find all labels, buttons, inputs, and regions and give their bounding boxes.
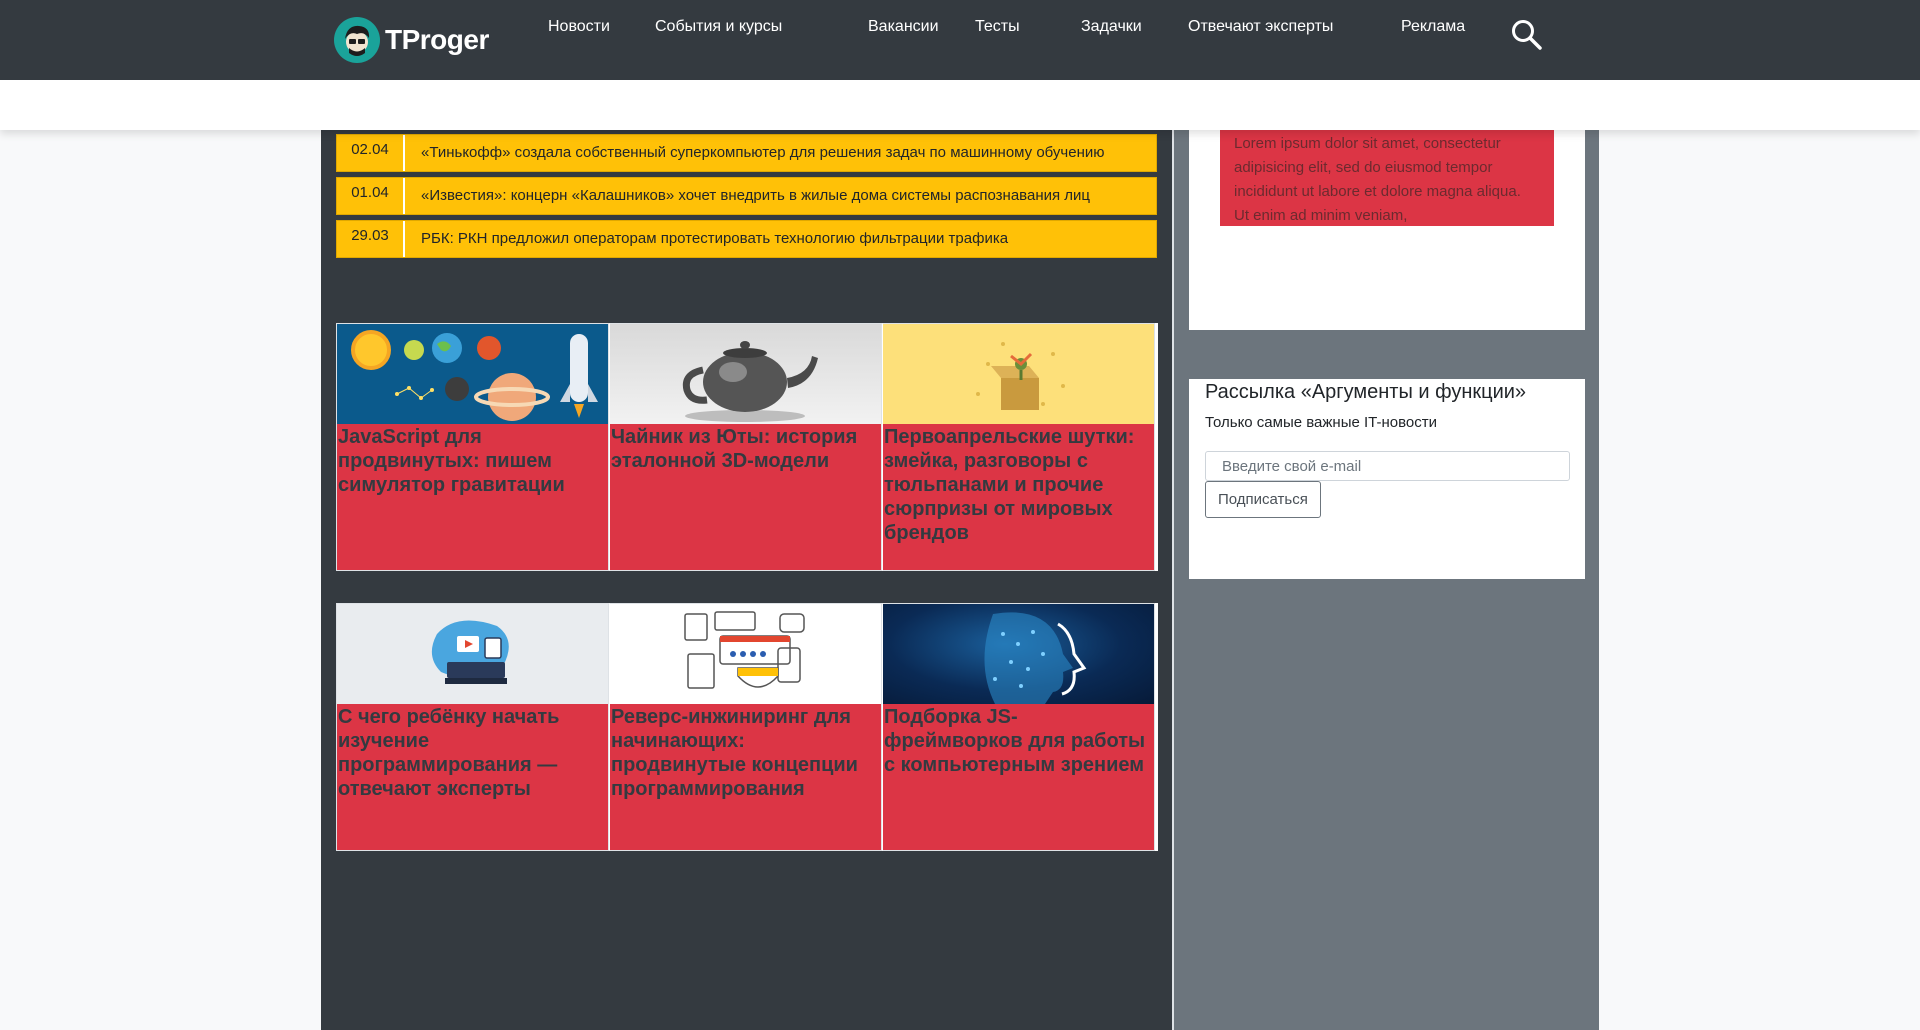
site-logo[interactable]: TProger <box>334 17 489 63</box>
article-card-title[interactable]: Подборка JS-фреймворков для работы с ком… <box>883 704 1154 778</box>
news-date: 29.03 <box>337 221 405 257</box>
article-card-title[interactable]: Первоапрельские шутки: змейка, разговоры… <box>883 424 1154 546</box>
news-title[interactable]: РБК: РКН предложил операторам протестиро… <box>405 221 1024 257</box>
article-card[interactable]: Подборка JS-фреймворков для работы с ком… <box>882 603 1155 851</box>
surprise-box-illustration <box>883 324 1154 424</box>
newsletter-widget: Рассылка «Аргументы и функции» Только са… <box>1189 379 1585 579</box>
article-card[interactable]: С чего ребёнку начать изучение программи… <box>336 603 609 851</box>
article-card-grid: С чего ребёнку начать изучение программи… <box>336 603 1158 851</box>
news-title[interactable]: «Известия»: концерн «Калашников» хочет в… <box>405 178 1106 214</box>
nav-advertising[interactable]: Реклама <box>1401 18 1465 36</box>
news-row[interactable]: 01.04 «Известия»: концерн «Калашников» х… <box>336 177 1157 215</box>
nav-events-courses[interactable]: События и курсы <box>655 18 782 36</box>
nav-tasks[interactable]: Задачки <box>1081 18 1142 36</box>
nav-news[interactable]: Новости <box>548 18 610 36</box>
article-card-title[interactable]: Реверс-инжиниринг для начинающих: продви… <box>610 704 881 802</box>
news-date: 02.04 <box>337 135 405 171</box>
article-card[interactable]: Чайник из Юты: история эталонной 3D-моде… <box>609 323 882 571</box>
sub-navbar <box>0 80 1920 130</box>
security-line-illustration <box>610 604 881 704</box>
logo-text: TProger <box>385 24 489 55</box>
teapot-render <box>610 324 881 424</box>
nav-experts[interactable]: Отвечают эксперты <box>1188 18 1333 36</box>
article-card[interactable]: Реверс-инжиниринг для начинающих: продви… <box>609 603 882 851</box>
top-navbar: TProger Новости События и курсы Вакансии… <box>0 0 1920 80</box>
space-illustration <box>337 324 608 424</box>
news-list: 02.04 «Тинькофф» создала собственный суп… <box>336 134 1157 263</box>
search-icon[interactable] <box>1510 18 1544 52</box>
kid-learning-illustration <box>337 604 608 704</box>
promo-text-block: Lorem ipsum dolor sit amet, consectetur … <box>1220 130 1554 226</box>
nav-vacancies[interactable]: Вакансии <box>868 18 939 36</box>
email-field[interactable] <box>1205 451 1570 481</box>
news-date: 01.04 <box>337 178 405 214</box>
logo-mascot-icon <box>334 17 380 63</box>
digital-head-illustration <box>883 604 1154 704</box>
article-card-grid: JavaScript для продвинутых: пишем симуля… <box>336 323 1158 571</box>
article-card-title[interactable]: Чайник из Юты: история эталонной 3D-моде… <box>610 424 881 474</box>
news-row[interactable]: 29.03 РБК: РКН предложил операторам прот… <box>336 220 1157 258</box>
newsletter-title: Рассылка «Аргументы и функции» <box>1205 381 1527 403</box>
newsletter-subtitle: Только самые важные IT-новости <box>1205 414 1438 431</box>
news-title[interactable]: «Тинькофф» создала собственный суперкомп… <box>405 135 1121 171</box>
news-row[interactable]: 02.04 «Тинькофф» создала собственный суп… <box>336 134 1157 172</box>
article-card[interactable]: Первоапрельские шутки: змейка, разговоры… <box>882 323 1155 571</box>
article-card-title[interactable]: С чего ребёнку начать изучение программи… <box>337 704 608 802</box>
subscribe-button[interactable]: Подписаться <box>1205 481 1321 518</box>
nav-tests[interactable]: Тесты <box>975 18 1020 36</box>
article-card[interactable]: JavaScript для продвинутых: пишем симуля… <box>336 323 609 571</box>
main-content-column <box>321 130 1172 1030</box>
article-card-title[interactable]: JavaScript для продвинутых: пишем симуля… <box>337 424 608 498</box>
